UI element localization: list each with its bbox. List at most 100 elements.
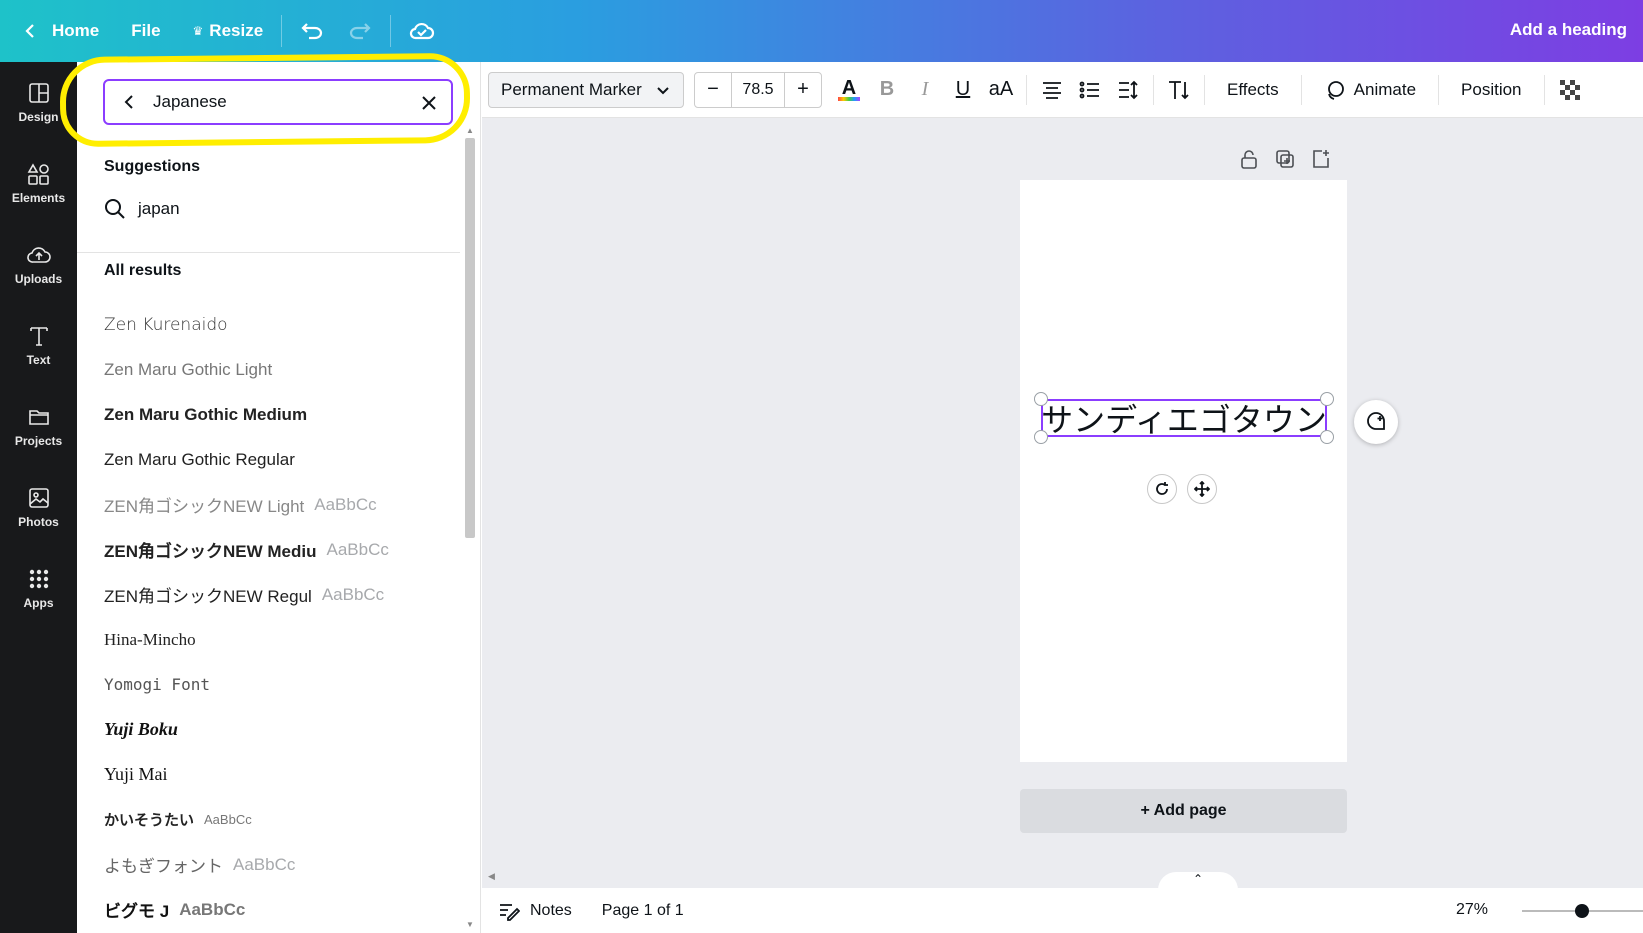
font-result-item[interactable]: かいそうたい AaBbCc xyxy=(104,797,389,842)
back-button[interactable] xyxy=(119,92,139,112)
zoom-slider-knob[interactable] xyxy=(1575,904,1589,918)
toolbar-divider xyxy=(1026,74,1027,105)
underline-button[interactable]: U xyxy=(944,72,982,108)
bold-button[interactable]: B xyxy=(868,72,906,108)
rail-item-projects[interactable]: Projects xyxy=(0,386,77,467)
design-page[interactable] xyxy=(1020,180,1347,762)
resize-handle[interactable] xyxy=(1320,392,1334,406)
font-result-item[interactable]: ZEN角ゴシックNEW Mediu AaBbCc xyxy=(104,527,389,572)
text-size-icon xyxy=(1169,80,1189,99)
scroll-up-arrow[interactable]: ▲ xyxy=(465,126,475,135)
rail-label: Apps xyxy=(23,596,54,610)
font-result-item[interactable]: ビグモ J AaBbCc xyxy=(104,887,389,932)
increase-size-button[interactable]: + xyxy=(785,73,821,107)
decrease-size-button[interactable]: − xyxy=(695,73,731,107)
scroll-down-arrow[interactable]: ▼ xyxy=(465,920,475,929)
suggestion-item[interactable]: japan xyxy=(104,198,180,220)
rail-item-photos[interactable]: Photos xyxy=(0,467,77,548)
add-page-button[interactable]: + Add page xyxy=(1020,789,1347,833)
font-result-item[interactable]: Yuji Boku xyxy=(104,707,389,752)
resize-handle[interactable] xyxy=(1034,392,1048,406)
align-button[interactable] xyxy=(1033,72,1071,108)
design-title[interactable]: Add a heading xyxy=(1510,20,1627,40)
font-name: Zen Maru Gothic Light xyxy=(104,359,273,379)
comment-button[interactable] xyxy=(1354,400,1398,444)
duplicate-page-icon[interactable] xyxy=(1274,148,1296,170)
rail-item-text[interactable]: Text xyxy=(0,305,77,386)
rail-item-apps[interactable]: Apps xyxy=(0,548,77,629)
file-menu-button[interactable]: File xyxy=(119,11,172,51)
redo-button[interactable] xyxy=(336,11,384,51)
font-result-item[interactable]: Yuji Mai xyxy=(104,752,389,797)
text-color-button[interactable]: A xyxy=(830,72,868,108)
left-rail: Design Elements Uploads Text Projects Ph… xyxy=(0,62,77,933)
design-icon xyxy=(28,83,49,103)
font-name: Hina-Mincho xyxy=(104,629,196,649)
font-size-stepper: − 78.5 + xyxy=(694,71,822,108)
clear-search-button[interactable] xyxy=(419,93,439,113)
rail-item-uploads[interactable]: Uploads xyxy=(0,224,77,305)
font-result-item[interactable]: Zen Maru Gothic Light xyxy=(104,347,389,392)
letter-case-button[interactable]: aA xyxy=(982,72,1020,108)
cloud-save-button[interactable] xyxy=(397,11,447,51)
selected-text-element[interactable]: サンディエゴタウン xyxy=(1041,399,1327,439)
font-search-input[interactable] xyxy=(153,92,413,112)
zoom-level[interactable]: 27% xyxy=(1456,901,1488,919)
position-button[interactable]: Position xyxy=(1445,72,1537,108)
font-result-item[interactable]: Yomogi Font xyxy=(104,662,389,707)
add-page-icon[interactable] xyxy=(1310,148,1332,170)
comment-add-icon xyxy=(1367,412,1385,430)
panel-scrollbar[interactable]: ▲ ▼ xyxy=(460,124,480,933)
photos-icon xyxy=(28,488,49,508)
font-result-item[interactable]: ZEN角ゴシックNEW Regul AaBbCc xyxy=(104,572,389,617)
font-name: Zen Maru Gothic Regular xyxy=(104,449,295,469)
suggestions-heading: Suggestions xyxy=(104,158,201,175)
resize-button[interactable]: ♛ Resize xyxy=(181,11,276,51)
font-family-dropdown[interactable]: Permanent Marker xyxy=(488,71,684,108)
canvas-text[interactable]: サンディエゴタウン xyxy=(1041,395,1327,441)
apps-icon xyxy=(29,569,48,589)
header-divider xyxy=(390,15,392,47)
animate-button[interactable]: Animate xyxy=(1308,72,1432,108)
scroll-thumb[interactable] xyxy=(465,138,475,538)
move-icon xyxy=(1194,481,1210,497)
line-spacing-icon xyxy=(1119,80,1138,99)
lock-icon[interactable] xyxy=(1238,148,1260,170)
font-result-item[interactable]: Zen Maru Gothic Regular xyxy=(104,437,389,482)
effects-button[interactable]: Effects xyxy=(1211,72,1295,108)
resize-handle[interactable] xyxy=(1320,430,1334,444)
font-result-item[interactable]: よもぎフォント AaBbCc xyxy=(104,842,389,887)
zoom-slider[interactable] xyxy=(1522,904,1643,918)
undo-button[interactable] xyxy=(288,11,336,51)
move-handle[interactable] xyxy=(1187,474,1217,504)
italic-button[interactable]: I xyxy=(906,72,944,108)
rail-label: Text xyxy=(26,353,51,367)
collapse-pages-button[interactable]: ⌃ xyxy=(1158,872,1238,890)
rotate-handle[interactable] xyxy=(1147,474,1177,504)
rail-item-design[interactable]: Design xyxy=(0,62,77,143)
font-result-item[interactable]: Hina-Mincho xyxy=(104,617,389,662)
font-name: Zen Maru Gothic Medium xyxy=(104,404,308,424)
notes-button[interactable]: Notes xyxy=(498,901,572,921)
font-name: かいそうたい xyxy=(104,812,195,829)
toolbar-divider xyxy=(1543,74,1545,105)
list-button[interactable] xyxy=(1071,72,1109,108)
font-result-item[interactable]: Zen Maru Gothic Medium xyxy=(104,392,389,437)
home-button[interactable]: Home xyxy=(10,11,111,51)
rail-item-elements[interactable]: Elements xyxy=(0,143,77,224)
page-indicator[interactable]: Page 1 of 1 xyxy=(602,902,684,920)
scroll-left-arrow[interactable]: ◀ xyxy=(488,871,495,882)
vertical-text-button[interactable] xyxy=(1160,72,1198,108)
section-divider xyxy=(77,252,460,253)
canvas-horizontal-scrollbar[interactable]: ◀ xyxy=(482,868,1643,888)
resize-handle[interactable] xyxy=(1034,430,1048,444)
font-result-item[interactable]: Zen Kurenaido xyxy=(104,302,389,347)
font-size-input[interactable]: 78.5 xyxy=(731,72,785,107)
font-result-item[interactable]: ZEN角ゴシックNEW Light AaBbCc xyxy=(104,482,389,527)
font-name: Zen Kurenaido xyxy=(104,314,228,335)
transparency-button[interactable] xyxy=(1551,72,1589,108)
rail-label: Elements xyxy=(11,191,66,205)
font-name: ZEN角ゴシックNEW Light xyxy=(104,497,305,516)
font-preview: AaBbCc xyxy=(314,494,377,514)
spacing-button[interactable] xyxy=(1109,72,1147,108)
